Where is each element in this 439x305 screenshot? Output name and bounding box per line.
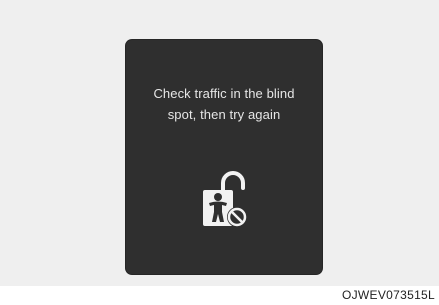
warning-popup: Check traffic in the blind spot, then tr…: [126, 40, 322, 274]
figure-code: OJWEV073515L: [342, 288, 435, 302]
warning-message: Check traffic in the blind spot, then tr…: [126, 83, 322, 125]
warning-message-line-2: spot, then try again: [167, 107, 281, 122]
child-lock-prohibited-icon: [203, 171, 247, 227]
warning-message-line-1: Check traffic in the blind: [153, 86, 295, 101]
